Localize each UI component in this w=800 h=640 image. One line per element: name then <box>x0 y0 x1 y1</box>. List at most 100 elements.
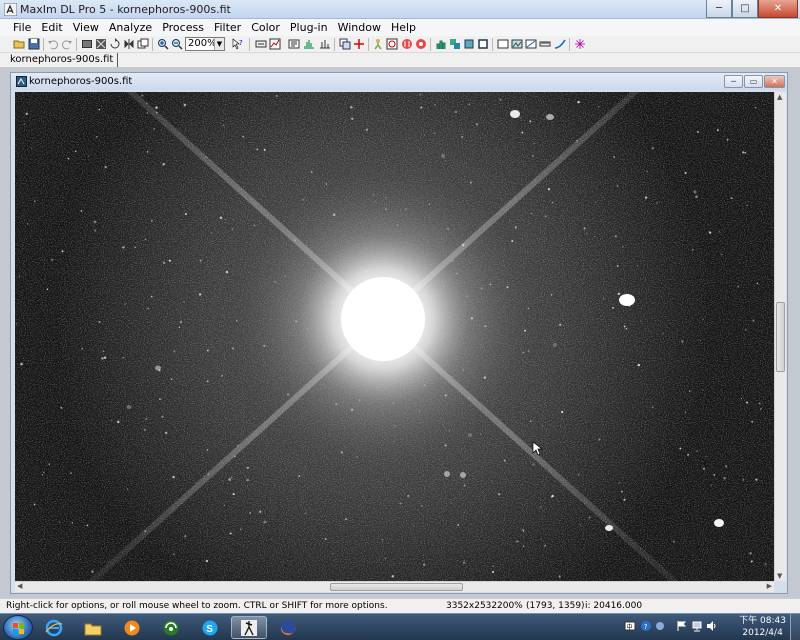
taskbar-maxim-dl[interactable] <box>231 616 267 639</box>
bar-chart-icon[interactable] <box>434 37 448 51</box>
ruler-icon[interactable] <box>538 37 552 51</box>
undo-icon[interactable] <box>46 37 60 51</box>
zoom-in-icon[interactable] <box>156 37 170 51</box>
help-pointer-icon[interactable]: ? <box>231 37 245 51</box>
line-profile-icon[interactable] <box>524 37 538 51</box>
taskbar-firefox[interactable] <box>270 616 306 639</box>
menu-analyze[interactable]: Analyze <box>104 19 157 36</box>
scroll-left-icon[interactable]: ◀ <box>17 582 22 590</box>
minimize-button[interactable]: ─ <box>706 0 732 18</box>
vertical-scroll-thumb[interactable] <box>776 302 785 372</box>
information-window-icon[interactable] <box>287 37 301 51</box>
menu-view[interactable]: View <box>68 19 104 36</box>
copy-icon[interactable] <box>338 37 352 51</box>
image-canvas[interactable] <box>15 92 774 581</box>
document-minimize-button[interactable]: ─ <box>724 75 743 88</box>
graph-icon[interactable] <box>268 37 282 51</box>
rotate-icon[interactable] <box>108 37 122 51</box>
crop-icon[interactable] <box>94 37 108 51</box>
status-hint: Right-click for options, or roll mouse w… <box>6 601 388 611</box>
layers-icon[interactable] <box>448 37 462 51</box>
horizontal-scrollbar[interactable]: ◀ ▶ <box>15 581 774 592</box>
calibrate-icon[interactable] <box>318 37 332 51</box>
chevron-down-icon[interactable]: ▼ <box>214 38 224 50</box>
maxim-dl-icon <box>241 619 257 636</box>
window-icon[interactable] <box>496 37 510 51</box>
action-center-flag-icon[interactable] <box>676 620 688 632</box>
focuser-icon[interactable] <box>414 37 428 51</box>
firefox-icon <box>280 620 296 635</box>
taskbar-internet-explorer[interactable] <box>36 616 72 639</box>
tray-settings-icon[interactable] <box>654 620 666 632</box>
title-bar[interactable]: MaxIm DL Pro 5 - kornephoros-900s.fit ─ … <box>0 0 800 19</box>
menu-edit[interactable]: Edit <box>36 19 67 36</box>
star-sparkle-icon[interactable] <box>573 37 587 51</box>
file-explorer-icon <box>84 623 102 635</box>
media-player-icon <box>124 620 140 635</box>
toolbar: 200% ▼ ? <box>0 36 800 53</box>
crosshair-icon[interactable] <box>352 37 366 51</box>
camera-control-icon[interactable] <box>371 37 385 51</box>
zoom-value: 200% <box>188 38 217 49</box>
menu-filter[interactable]: Filter <box>209 19 246 36</box>
redo-icon[interactable] <box>60 37 74 51</box>
show-desktop-button[interactable] <box>790 614 800 640</box>
menu-plug-in[interactable]: Plug-in <box>285 19 333 36</box>
taskbar-skype[interactable]: S <box>192 616 228 639</box>
horizontal-scroll-thumb[interactable] <box>330 583 463 591</box>
close-button[interactable]: ✕ <box>758 0 798 18</box>
help-icon[interactable]: ? <box>640 620 652 632</box>
svg-text:S: S <box>206 624 213 635</box>
curve-icon[interactable] <box>553 37 567 51</box>
status-zoom: 200% <box>497 601 523 611</box>
screen-stretch-icon[interactable] <box>254 37 268 51</box>
scroll-up-icon[interactable]: ▲ <box>777 93 782 101</box>
document-restore-button[interactable]: ▭ <box>744 75 763 88</box>
mdi-workspace: kornephoros-900s.fit ─ ▭ ✕ ▲ ▼ ◀ ▶ <box>0 68 800 598</box>
language-bar-icon[interactable]: 中 <box>624 620 636 632</box>
fits-document-icon <box>16 76 27 87</box>
menu-window[interactable]: Window <box>333 19 386 36</box>
document-close-button[interactable]: ✕ <box>764 75 785 88</box>
svg-text:?: ? <box>644 623 648 631</box>
taskbar-media-player[interactable] <box>114 616 150 639</box>
telescope-red-icon[interactable] <box>400 37 414 51</box>
open-file-icon[interactable] <box>12 37 26 51</box>
volume-icon[interactable] <box>706 620 718 632</box>
zoom-out-icon[interactable] <box>170 37 184 51</box>
status-pixel-value: i: 20416.000 <box>585 601 643 611</box>
observatory-icon[interactable] <box>385 37 399 51</box>
picture-icon[interactable] <box>510 37 524 51</box>
menu-process[interactable]: Process <box>157 19 209 36</box>
zoom-dropdown[interactable]: 200% ▼ <box>185 37 225 51</box>
maximize-button[interactable]: □ <box>732 0 758 18</box>
taskbar-clock[interactable]: 下午 08:43 2012/4/4 <box>739 615 786 639</box>
maxim-app-icon[interactable] <box>4 3 17 16</box>
document-title: kornephoros-900s.fit <box>29 76 133 87</box>
star-field-image[interactable] <box>15 92 774 581</box>
doc-tab-kornephoros[interactable]: kornephoros-900s.fit <box>6 53 119 67</box>
menu-color[interactable]: Color <box>246 19 285 36</box>
scroll-right-icon[interactable]: ▶ <box>767 582 772 590</box>
menu-help[interactable]: Help <box>386 19 421 36</box>
histogram-icon[interactable] <box>302 37 316 51</box>
flip-icon[interactable] <box>122 37 136 51</box>
duplicate-icon[interactable] <box>136 37 150 51</box>
taskbar-file-explorer[interactable] <box>75 616 111 639</box>
stack-icon[interactable] <box>462 37 476 51</box>
status-image-size: 3352x2532 <box>446 601 498 611</box>
document-tab-strip: kornephoros-900s.fit <box>0 53 800 68</box>
start-button[interactable] <box>3 615 33 640</box>
image-icon[interactable] <box>80 37 94 51</box>
document-title-bar[interactable]: kornephoros-900s.fit ─ ▭ ✕ <box>11 73 787 90</box>
save-icon[interactable] <box>27 37 41 51</box>
window-title: MaxIm DL Pro 5 - kornephoros-900s.fit <box>20 3 231 16</box>
image-document-window: kornephoros-900s.fit ─ ▭ ✕ ▲ ▼ ◀ ▶ <box>10 72 788 594</box>
menu-file[interactable]: File <box>8 19 36 36</box>
taskbar-media-center[interactable] <box>153 616 189 639</box>
square-icon[interactable] <box>476 37 490 51</box>
skype-icon: S <box>202 620 218 635</box>
scroll-down-icon[interactable]: ▼ <box>777 572 782 580</box>
network-icon[interactable] <box>691 620 703 632</box>
vertical-scrollbar[interactable]: ▲ ▼ <box>774 92 786 581</box>
